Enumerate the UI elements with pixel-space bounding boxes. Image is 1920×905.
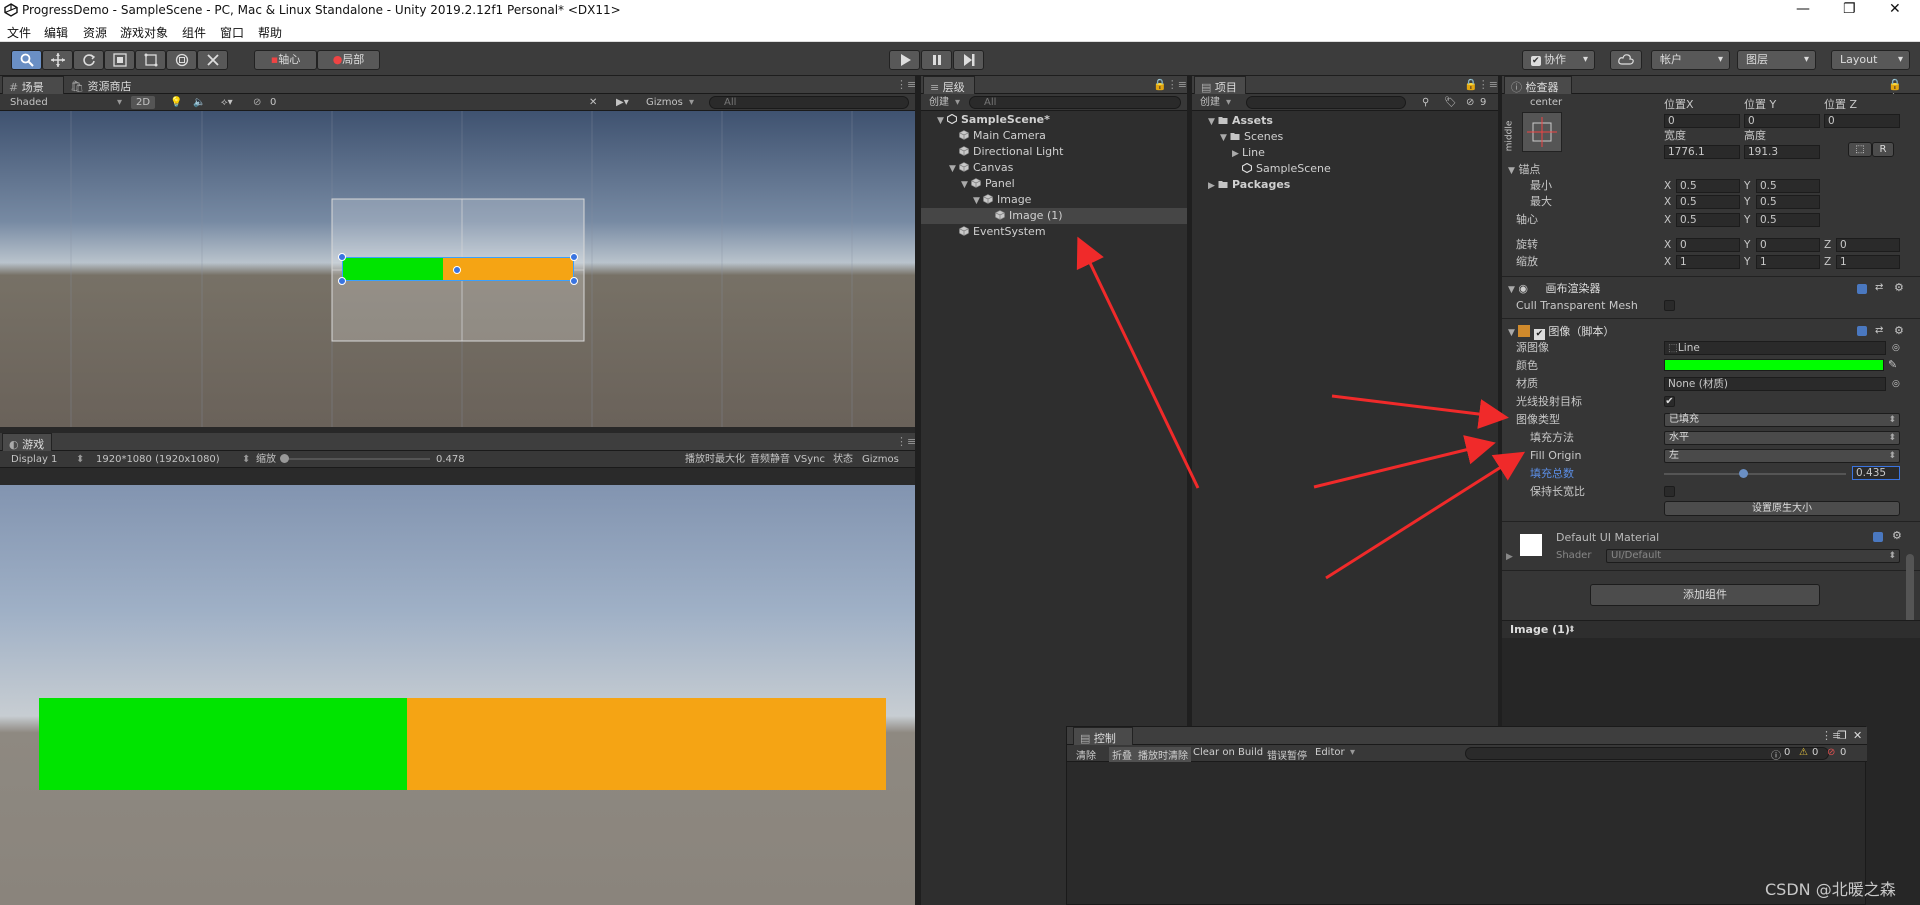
annotation-arrow-fill-method [1313, 435, 1496, 489]
annotation-arrows [1076, 236, 1526, 580]
annotation-arrow-image-type [1331, 394, 1509, 429]
watermark: CSDN @北暖之森 [1765, 880, 1896, 899]
annotation-arrow-fill-amount [1325, 451, 1526, 580]
annotation-arrow-hierarchy [1076, 236, 1200, 489]
